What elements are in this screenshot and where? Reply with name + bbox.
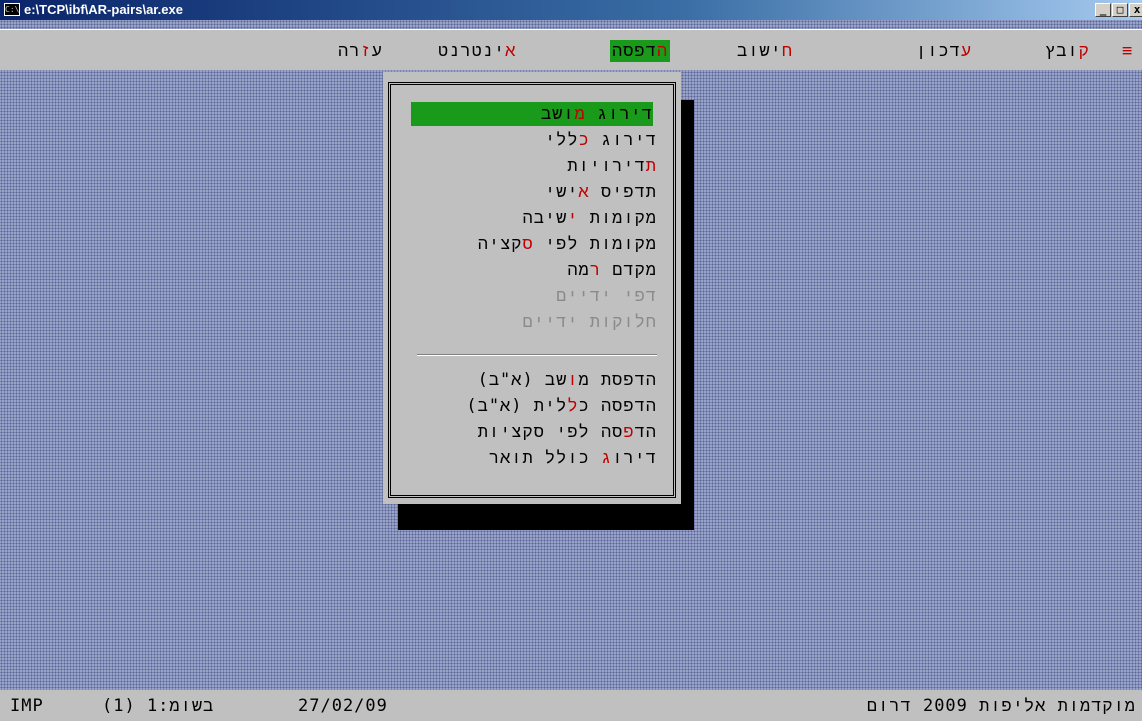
item-text: תדפיס bbox=[589, 182, 657, 202]
menu-internet-label: ינטרנט bbox=[438, 41, 506, 61]
status-event-name: מוקדמות אליפות 2009 דרום bbox=[866, 696, 1136, 716]
print-menu-item-session-ranking[interactable]: דירוג מושב bbox=[411, 102, 653, 126]
item-text: מקדם bbox=[600, 260, 657, 280]
item-hotkey: כ bbox=[578, 130, 590, 150]
print-dropdown-menu: דירוג מושב דירוג כללי תדירויות תדפיס איש… bbox=[383, 72, 681, 504]
print-menu-item-print-by-sections[interactable]: הדפסה לפי סקציות bbox=[478, 420, 657, 444]
item-text-rest: שב (א"ב) bbox=[477, 370, 568, 390]
menu-update[interactable]: עדכון bbox=[916, 40, 972, 62]
menu-calculate-label: ישוב bbox=[737, 41, 782, 61]
window-titlebar[interactable]: C:\ e:\TCP\ibf\AR-pairs\ar.exe _ □ x bbox=[0, 0, 1142, 20]
menu-bar: ≡ קובץ עדכון חישוב הדפסה אינטרנט עזרה bbox=[0, 29, 1142, 70]
print-menu-item-print-overall-alpha[interactable]: הדפסה כללית (א"ב) bbox=[466, 394, 657, 418]
menu-help[interactable]: עזרה bbox=[338, 40, 383, 62]
item-text-rest: דירויות bbox=[567, 156, 646, 176]
item-hotkey: ס bbox=[522, 234, 534, 254]
print-menu-item-level-coefficient[interactable]: מקדם רמה bbox=[567, 258, 657, 282]
status-session: (1) 1:מושב bbox=[102, 696, 215, 716]
print-menu-item-hand-sheets: דפי ידיים bbox=[556, 286, 657, 306]
item-text: מקומות לפי bbox=[533, 234, 657, 254]
menu-calculate[interactable]: חישוב bbox=[737, 40, 793, 62]
print-menu-item-overall-ranking[interactable]: דירוג כללי bbox=[545, 128, 657, 152]
item-text: הד bbox=[634, 422, 657, 442]
print-menu-item-hand-distribution: חלוקות ידיים bbox=[522, 312, 657, 332]
item-text-rest: קציה bbox=[477, 234, 523, 254]
item-text: דירו bbox=[612, 448, 657, 468]
print-menu-item-print-session-alpha[interactable]: הדפסת מושב (א"ב) bbox=[478, 368, 657, 392]
status-mode: IMP bbox=[10, 696, 44, 716]
item-text-rest: סה לפי סקציות bbox=[477, 422, 624, 442]
console-app-icon[interactable]: C:\ bbox=[4, 3, 20, 16]
item-hotkey: ג bbox=[600, 448, 613, 468]
item-text: הדפסת מ bbox=[578, 370, 657, 390]
item-hotkey: ת bbox=[645, 156, 657, 176]
menu-help-label-end: רה bbox=[338, 41, 361, 61]
item-hotkey: מ bbox=[574, 104, 586, 124]
menu-file-label: ובץ bbox=[1045, 41, 1079, 61]
print-menu-item-ranking-with-title[interactable]: דירוג כולל תואר bbox=[489, 446, 657, 470]
item-hotkey: ו bbox=[567, 370, 579, 390]
system-menu-icon[interactable]: ≡ bbox=[1122, 40, 1133, 62]
menu-help-hotkey: ז bbox=[360, 41, 372, 61]
menu-internet-hotkey: א bbox=[505, 41, 517, 61]
item-hotkey: א bbox=[578, 182, 590, 202]
close-button[interactable]: x bbox=[1129, 3, 1142, 17]
maximize-button[interactable]: □ bbox=[1112, 3, 1128, 17]
item-hotkey: ל bbox=[567, 396, 579, 416]
menu-calculate-hotkey: ח bbox=[781, 41, 794, 61]
item-text: דירוג bbox=[589, 130, 657, 150]
item-text-rest: לית (א"ב) bbox=[466, 396, 568, 416]
menu-print-hotkey: ה bbox=[656, 41, 669, 61]
menu-update-label: דכון bbox=[916, 41, 961, 61]
item-text: מקומות bbox=[578, 208, 657, 228]
item-text-rest: ללי bbox=[544, 130, 579, 150]
item-text-rest: ישי bbox=[544, 182, 579, 202]
menu-update-hotkey: ע bbox=[960, 41, 973, 61]
item-text: דירוג bbox=[585, 104, 653, 124]
menu-help-label-start: ע bbox=[371, 41, 383, 61]
print-menu-item-frequencies[interactable]: תדירויות bbox=[567, 154, 657, 178]
status-date: 27/02/09 bbox=[298, 696, 388, 716]
menu-file[interactable]: קובץ bbox=[1045, 40, 1090, 62]
window-title: e:\TCP\ibf\AR-pairs\ar.exe bbox=[24, 2, 183, 17]
status-bar: IMP (1) 1:מושב 27/02/09 מוקדמות אליפות 2… bbox=[0, 690, 1142, 721]
item-hotkey: י bbox=[567, 208, 579, 228]
item-text-rest: כולל תואר bbox=[488, 448, 601, 468]
menu-print[interactable]: הדפסה bbox=[610, 40, 671, 62]
item-text-rest: מה bbox=[567, 260, 590, 280]
item-text: הדפסה כ bbox=[578, 396, 657, 416]
menu-print-label: דפסה bbox=[612, 41, 657, 61]
item-hotkey: פ bbox=[623, 422, 635, 442]
menu-separator bbox=[417, 354, 657, 356]
item-hotkey: ר bbox=[589, 260, 601, 280]
minimize-button[interactable]: _ bbox=[1095, 3, 1111, 17]
menu-file-hotkey: ק bbox=[1078, 41, 1090, 61]
print-menu-item-seating[interactable]: מקומות ישיבה bbox=[523, 206, 657, 230]
print-menu-item-seating-by-section[interactable]: מקומות לפי סקציה bbox=[478, 232, 657, 256]
item-text-rest: ושב bbox=[540, 104, 575, 124]
item-text-rest: שיבה bbox=[522, 208, 568, 228]
menu-internet[interactable]: אינטרנט bbox=[438, 40, 516, 62]
print-menu-item-personal-printout[interactable]: תדפיס אישי bbox=[545, 180, 657, 204]
